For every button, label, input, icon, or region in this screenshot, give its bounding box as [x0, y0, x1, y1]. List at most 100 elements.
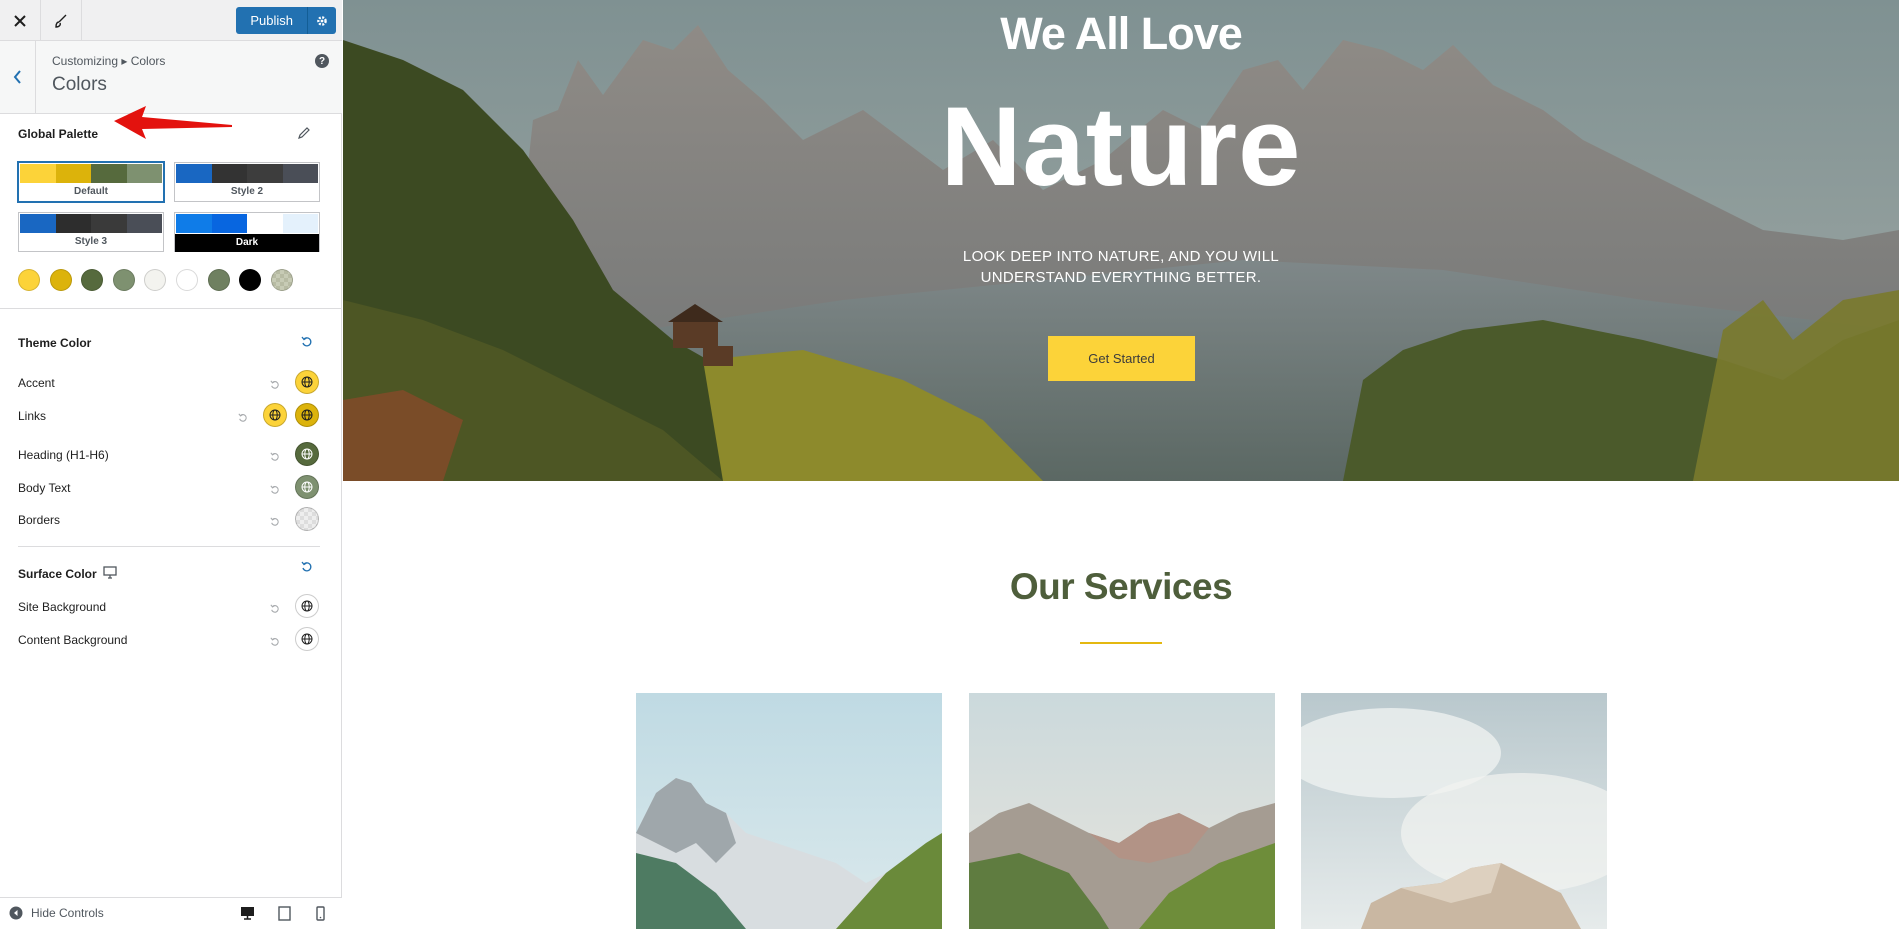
global-color-swatch[interactable]: [176, 269, 198, 291]
close-button[interactable]: [0, 0, 41, 41]
reset-color-button[interactable]: [270, 377, 280, 395]
surface-color-label: Surface Color: [18, 567, 97, 581]
service-card-image: [969, 693, 1275, 929]
reset-icon: [270, 452, 279, 461]
section-title: Colors: [52, 74, 107, 95]
services-title: Our Services: [1009, 566, 1233, 607]
palette-color-segment: [55, 164, 91, 183]
globe-icon: [301, 409, 313, 421]
get-started-button[interactable]: Get Started: [1048, 336, 1195, 381]
reset-color-button[interactable]: [270, 449, 280, 467]
palette-color-segment: [55, 214, 91, 233]
reset-color-button[interactable]: [238, 410, 248, 428]
color-picker-button[interactable]: [295, 594, 319, 618]
global-color-swatch[interactable]: [49, 269, 72, 291]
globe-icon: [301, 600, 313, 612]
global-palette-label: Global Palette: [18, 127, 99, 141]
divider: [18, 546, 320, 547]
color-picker-button[interactable]: [295, 403, 319, 427]
collapse-icon: [9, 906, 23, 920]
reset-icon: [270, 517, 279, 526]
valley-image: [969, 693, 1275, 929]
reset-color-button[interactable]: [270, 634, 280, 652]
palette-color-segment: [91, 164, 127, 183]
publish-settings-button[interactable]: [308, 7, 336, 34]
services-divider: [1080, 642, 1162, 644]
mobile-preview-icon[interactable]: [316, 906, 325, 921]
color-row-label: Content Background: [18, 633, 128, 647]
palette-color-bar: [20, 164, 162, 183]
reset-icon: [270, 380, 279, 389]
reset-theme-color-icon[interactable]: [301, 336, 313, 348]
hero-subtitle: LOOK DEEP INTO NATURE, AND YOU WILL UNDE…: [962, 248, 1280, 286]
service-card-image: [636, 693, 942, 929]
customizer-sidebar: Publish Customizing ▸ Colors Colors ? Gl…: [0, 0, 342, 929]
color-row-label: Accent: [18, 376, 55, 390]
service-card-image: [1301, 693, 1607, 929]
palette-color-segment: [211, 164, 247, 183]
theme-color-label: Theme Color: [18, 336, 92, 350]
gear-icon: [317, 15, 327, 26]
brush-icon: [55, 14, 67, 28]
globe-icon: [301, 633, 313, 645]
globe-icon: [269, 409, 281, 421]
reset-icon: [270, 604, 279, 613]
sidebar-footer: Hide Controls: [0, 897, 342, 929]
publish-button[interactable]: Publish: [236, 7, 308, 34]
color-picker-button[interactable]: [295, 627, 319, 651]
palette-name: Style 2: [230, 186, 264, 197]
color-picker-button[interactable]: [295, 370, 319, 394]
global-color-swatch[interactable]: [270, 269, 293, 291]
red-arrow-annotation: [114, 106, 232, 139]
reset-color-button[interactable]: [270, 482, 280, 500]
palette-color-segment: [211, 214, 247, 233]
palette-option[interactable]: Default: [18, 162, 164, 202]
color-row-label: Links: [18, 409, 47, 423]
mountain-hero-image: [343, 0, 1899, 481]
global-color-swatch[interactable]: [18, 269, 40, 291]
color-row-label: Site Background: [18, 600, 107, 614]
palette-color-segment: [282, 164, 318, 183]
reset-icon: [238, 413, 247, 422]
color-row-label: Borders: [18, 513, 61, 527]
reset-icon: [270, 485, 279, 494]
color-picker-button[interactable]: [295, 442, 319, 466]
help-icon[interactable]: ?: [315, 54, 329, 68]
palette-option[interactable]: Dark: [174, 212, 320, 252]
color-picker-button[interactable]: [263, 403, 287, 427]
hide-controls-button[interactable]: Hide Controls: [9, 906, 104, 920]
palette-name: Style 3: [74, 236, 108, 247]
reset-icon: [270, 637, 279, 646]
palette-color-segment: [247, 214, 283, 233]
palette-color-bar: [176, 164, 318, 183]
reset-surface-color-icon[interactable]: [301, 561, 313, 573]
color-picker-button[interactable]: [295, 507, 319, 531]
palette-option[interactable]: Style 3: [18, 212, 164, 252]
section-header: Customizing ▸ Colors Colors ?: [0, 41, 342, 139]
global-color-swatch[interactable]: [207, 269, 230, 291]
desktop-icon[interactable]: [103, 566, 117, 579]
color-picker-button[interactable]: [295, 475, 319, 499]
desktop-preview-icon[interactable]: [240, 906, 255, 920]
hero-title-big: Nature: [940, 84, 1302, 209]
palette-color-segment: [247, 164, 283, 183]
reset-color-button[interactable]: [270, 601, 280, 619]
global-color-swatch[interactable]: [144, 269, 167, 291]
reset-color-button[interactable]: [270, 514, 280, 532]
hero-section: We All Love Nature LOOK DEEP INTO NATURE…: [343, 0, 1899, 481]
palette-option[interactable]: Style 2: [174, 162, 320, 202]
palette-color-segment: [126, 214, 162, 233]
global-color-swatch[interactable]: [112, 269, 135, 291]
tablet-preview-icon[interactable]: [278, 906, 291, 921]
palette-name: Dark: [175, 234, 319, 252]
palette-color-segment: [20, 164, 56, 183]
global-color-swatch[interactable]: [239, 269, 262, 291]
code-editor-button[interactable]: [41, 0, 82, 41]
customizer-topbar: Publish: [0, 0, 342, 41]
pencil-icon[interactable]: [297, 126, 311, 140]
misty-rock-image: [1301, 693, 1607, 929]
palette-color-segment: [282, 214, 318, 233]
global-color-swatch[interactable]: [81, 269, 104, 291]
back-button[interactable]: [0, 41, 36, 113]
palette-color-segment: [91, 214, 127, 233]
